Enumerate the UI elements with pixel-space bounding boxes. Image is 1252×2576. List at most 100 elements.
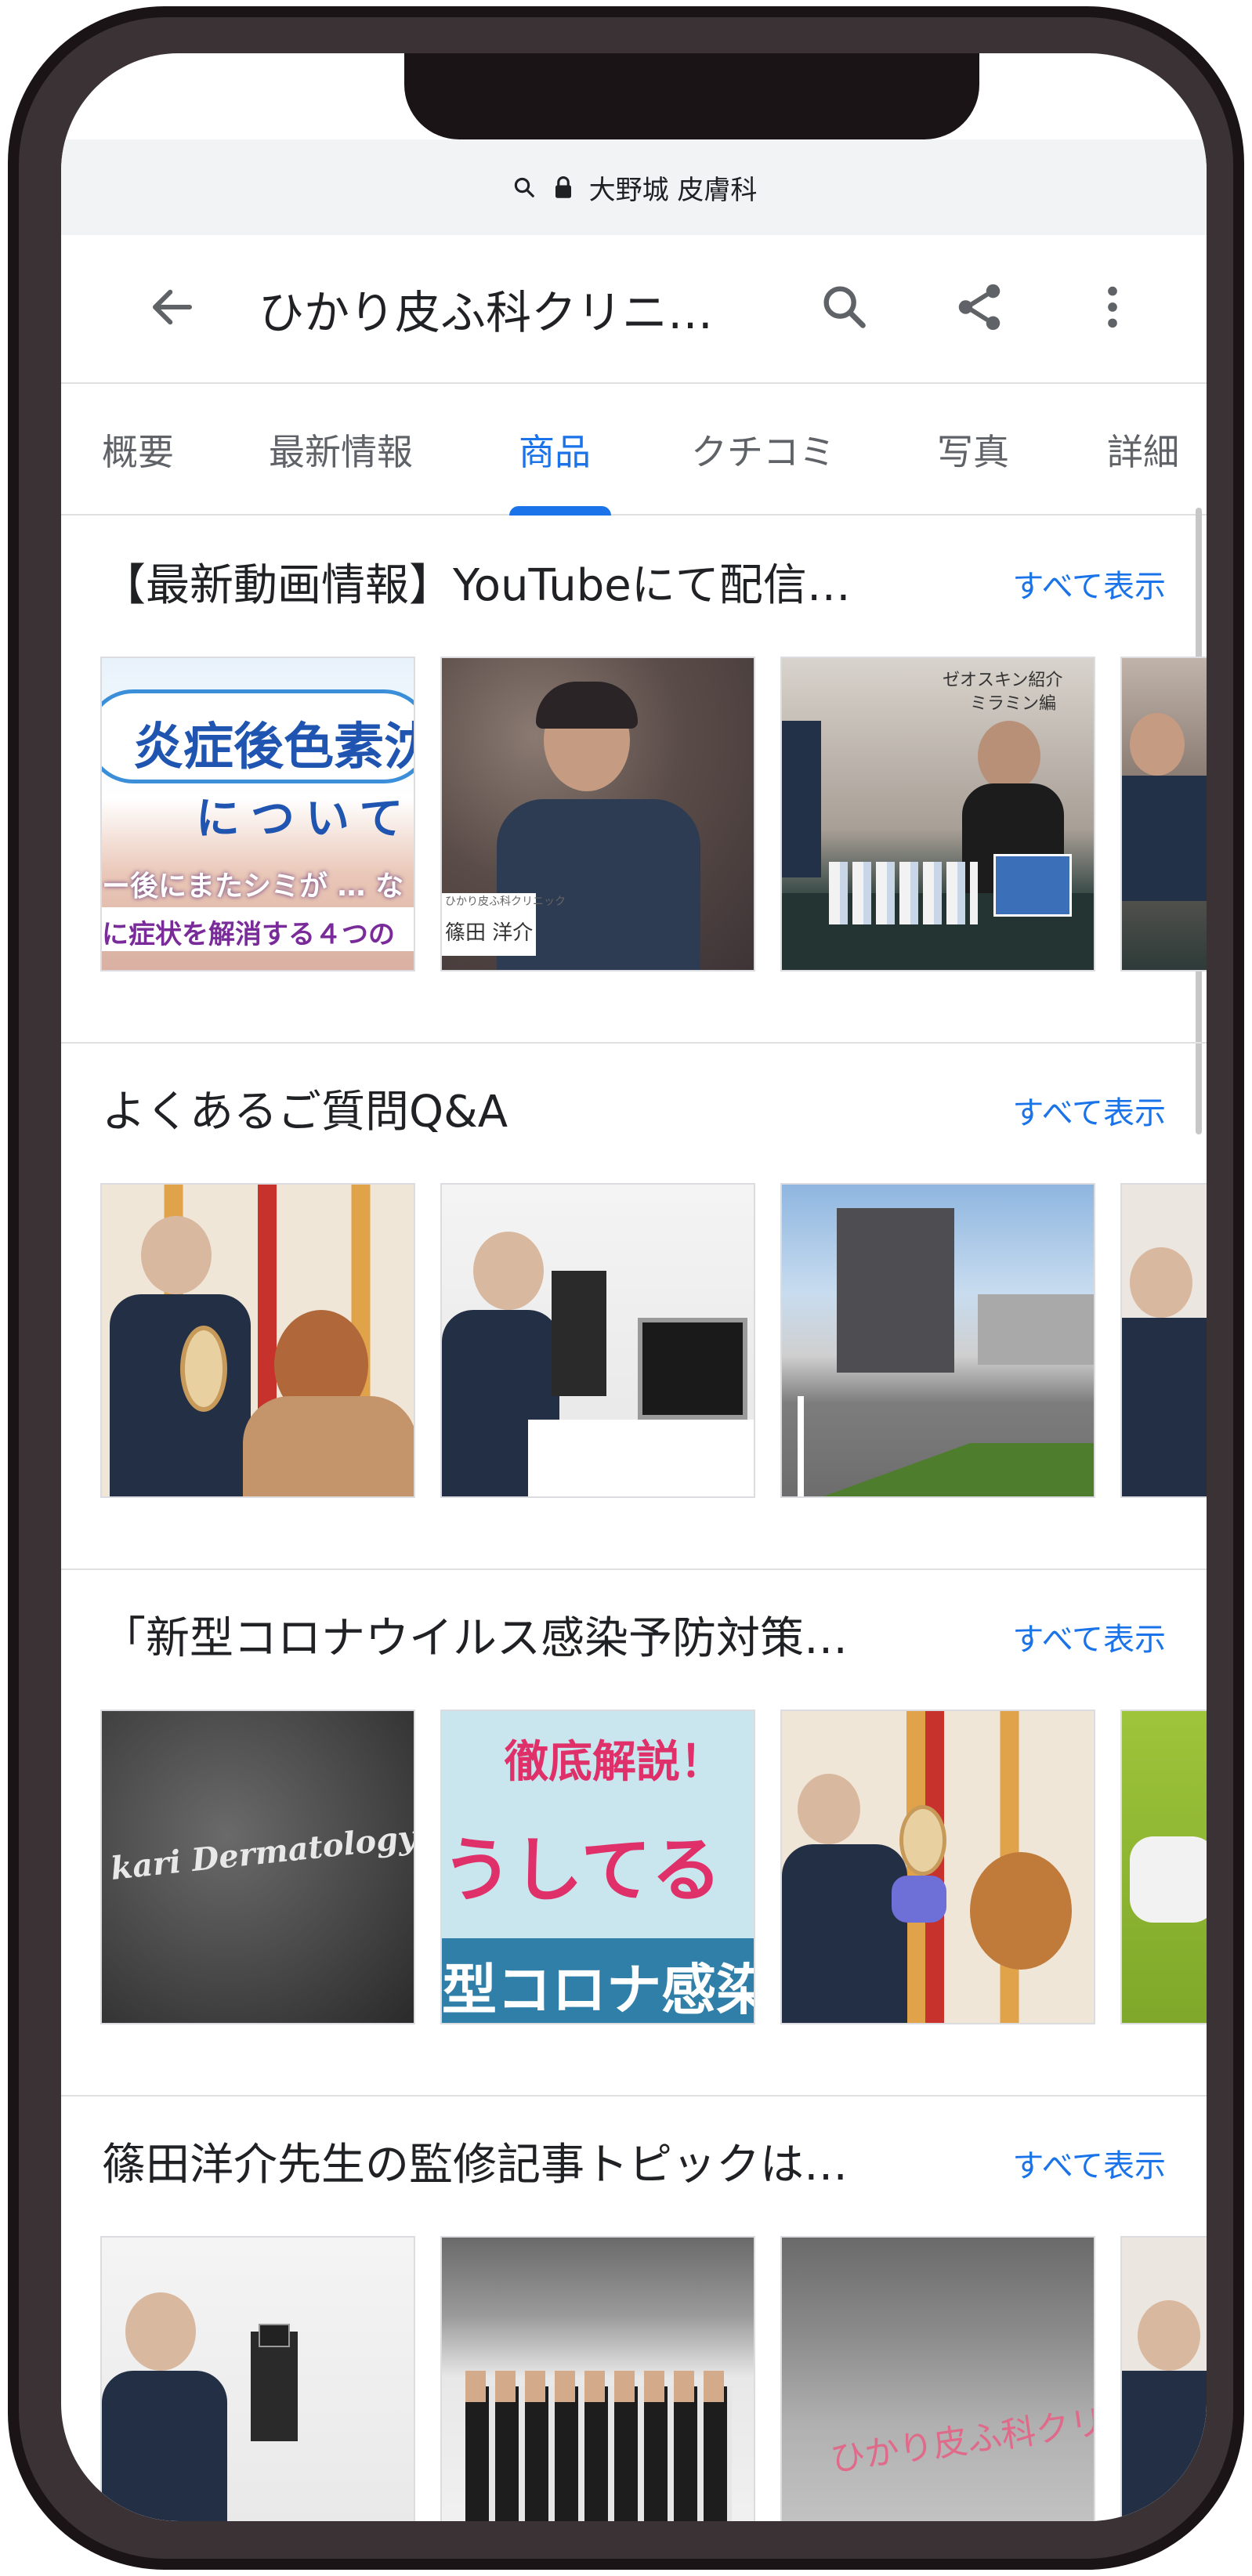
thumbnail-text: うしてる	[442, 1829, 722, 1912]
section-title: 篠田洋介先生の監修記事トピックは…	[102, 2140, 848, 2191]
person-face	[978, 721, 1040, 791]
section-covid: 「新型コロナウイルス感染予防対策… すべて表示 kari Dermatology…	[61, 1570, 1207, 2097]
monitor	[638, 1318, 747, 1420]
microscope	[552, 1271, 606, 1396]
person-face	[1130, 1247, 1192, 1318]
arrow-back-icon	[147, 281, 198, 336]
see-all-link[interactable]: すべて表示	[1012, 1087, 1166, 1133]
see-all-link[interactable]: すべて表示	[1012, 561, 1166, 606]
share-icon	[952, 280, 1007, 338]
video-thumbnail[interactable]	[1120, 2236, 1207, 2521]
url-text: 大野城 皮膚科	[588, 174, 758, 206]
page-title: ひかり皮ふ科クリニ…	[259, 286, 714, 339]
thumbnail-row	[100, 1183, 1207, 1498]
video-thumbnail[interactable]	[1120, 1709, 1207, 2024]
microscope	[251, 2332, 298, 2441]
more-button[interactable]	[1073, 270, 1152, 348]
video-thumbnail[interactable]: ひかり皮ふ科クリニック 篠田 洋介	[440, 657, 755, 971]
video-thumbnail[interactable]: ひかり皮ふ科クリニ	[780, 2236, 1095, 2521]
thumbnail-text: ー後にまたシミが … な	[102, 870, 404, 903]
person-body	[782, 721, 821, 877]
see-all-link[interactable]: すべて表示	[1012, 2140, 1166, 2186]
section-title: 【最新動画情報】YouTubeにて配信…	[102, 560, 851, 611]
video-thumbnail[interactable]	[440, 1183, 755, 1498]
parking-line	[798, 1396, 804, 1496]
patient-body	[243, 1396, 414, 1496]
person-face	[1138, 2300, 1200, 2371]
more-vert-icon	[1085, 280, 1140, 338]
face-mask	[1130, 1836, 1207, 1923]
monitor	[259, 2324, 290, 2347]
video-thumbnail[interactable]	[1120, 1183, 1207, 1498]
hand-mirror	[180, 1326, 227, 1412]
gloved-hand	[892, 1876, 946, 1923]
person-scrubs	[110, 1294, 251, 1496]
person-face	[473, 1232, 544, 1310]
camera-notch	[404, 53, 979, 139]
phone-screen: 大野城 皮膚科 ひかり皮ふ科クリニ… 概要 最新情報 商品 クチコミ 写真 詳細…	[61, 53, 1207, 2521]
caption-text: 篠田 洋介	[445, 921, 534, 945]
thumbnail-text: kari Dermatology Clinic	[109, 1807, 415, 1887]
video-thumbnail[interactable]: 徹底解説！ うしてる 型コロナ感染	[440, 1709, 755, 2024]
hedge	[782, 1443, 1094, 1496]
thumbnail-row: kari Dermatology Clinic 徹底解説！ うしてる 型コロナ感…	[100, 1709, 1207, 2024]
tab-overview[interactable]: 概要	[102, 384, 174, 516]
share-button[interactable]	[940, 270, 1019, 348]
video-thumbnail[interactable]	[100, 2236, 415, 2521]
see-all-link[interactable]: すべて表示	[1012, 1614, 1166, 1659]
section-faq: よくあるご質問Q&A すべて表示	[61, 1044, 1207, 1570]
video-thumbnail[interactable]: 炎症後色素沈 について ー後にまたシミが … な に症状を解消する４つの	[100, 657, 415, 971]
thumbnail-text: に症状を解消する４つの	[102, 919, 395, 950]
tab-photos[interactable]: 写真	[937, 384, 1009, 516]
tab-bar: 概要 最新情報 商品 クチコミ 写真 詳細	[61, 384, 1207, 516]
thumbnail-row: 炎症後色素沈 について ー後にまたシミが … な に症状を解消する４つの ひかり…	[100, 657, 1207, 971]
person-face	[798, 1774, 860, 1844]
video-thumbnail[interactable]	[100, 1183, 415, 1498]
video-thumbnail[interactable]: kari Dermatology Clinic	[100, 1709, 415, 2024]
tab-updates[interactable]: 最新情報	[269, 384, 413, 516]
person-face	[125, 2292, 196, 2371]
staff-faces	[465, 2371, 732, 2402]
lock-icon	[550, 174, 577, 201]
tab-details[interactable]: 詳細	[1107, 384, 1179, 516]
thumbnail-text: ゼオスキン紹介	[943, 671, 1063, 690]
phone-frame: 大野城 皮膚科 ひかり皮ふ科クリニ… 概要 最新情報 商品 クチコミ 写真 詳細…	[8, 6, 1244, 2570]
person-scrubs	[1122, 1318, 1207, 1496]
caption-text: ひかり皮ふ科クリニック	[445, 895, 566, 908]
thumbnail-row: ひかり皮ふ科クリニ	[100, 2236, 1207, 2521]
thumbnail-text: ひかり皮ふ科クリニ	[828, 2397, 1095, 2480]
tab-reviews[interactable]: クチコミ	[691, 384, 835, 516]
thumbnail-text: 徹底解説！	[505, 1737, 724, 1788]
search-button[interactable]	[805, 270, 884, 348]
section-latest-videos: 【最新動画情報】YouTubeにて配信… すべて表示 炎症後色素沈 について ー…	[61, 517, 1207, 1044]
thumbnail-text: ミラミン編	[970, 694, 1057, 714]
thumbnail-text: 炎症後色素沈	[133, 718, 415, 776]
person-scrubs	[1122, 2371, 1207, 2521]
search-icon	[511, 174, 537, 201]
app-header: ひかり皮ふ科クリニ…	[61, 235, 1207, 384]
desk	[528, 1420, 754, 1496]
video-thumbnail[interactable]: ゼオスキン紹介 ミラミン編	[780, 657, 1095, 971]
section-articles: 篠田洋介先生の監修記事トピックは… すべて表示 ひかり皮ふ科クリニ	[61, 2097, 1207, 2521]
thumbnail-text: 型コロナ感染	[442, 1958, 755, 2022]
person-scrubs	[782, 1844, 907, 2023]
video-thumbnail[interactable]	[440, 2236, 755, 2521]
back-button[interactable]	[133, 270, 212, 348]
video-thumbnail[interactable]	[780, 1183, 1095, 1498]
url-bar[interactable]: 大野城 皮膚科	[61, 139, 1207, 235]
person-hair	[536, 682, 638, 729]
tab-products[interactable]: 商品	[519, 384, 591, 516]
section-title: よくあるご質問Q&A	[102, 1087, 508, 1138]
person-scrubs	[102, 2371, 227, 2521]
person-body	[1122, 776, 1207, 901]
thumbnail-text: について	[196, 794, 414, 845]
video-thumbnail[interactable]	[1120, 657, 1207, 971]
person-face	[141, 1216, 212, 1294]
building	[978, 1294, 1094, 1365]
product-bottles	[829, 862, 978, 924]
staff-group	[465, 2386, 732, 2521]
video-thumbnail[interactable]	[780, 1709, 1095, 2024]
active-tab-indicator	[509, 506, 611, 516]
section-title: 「新型コロナウイルス感染予防対策…	[102, 1613, 848, 1664]
hand-mirror	[899, 1805, 946, 1876]
